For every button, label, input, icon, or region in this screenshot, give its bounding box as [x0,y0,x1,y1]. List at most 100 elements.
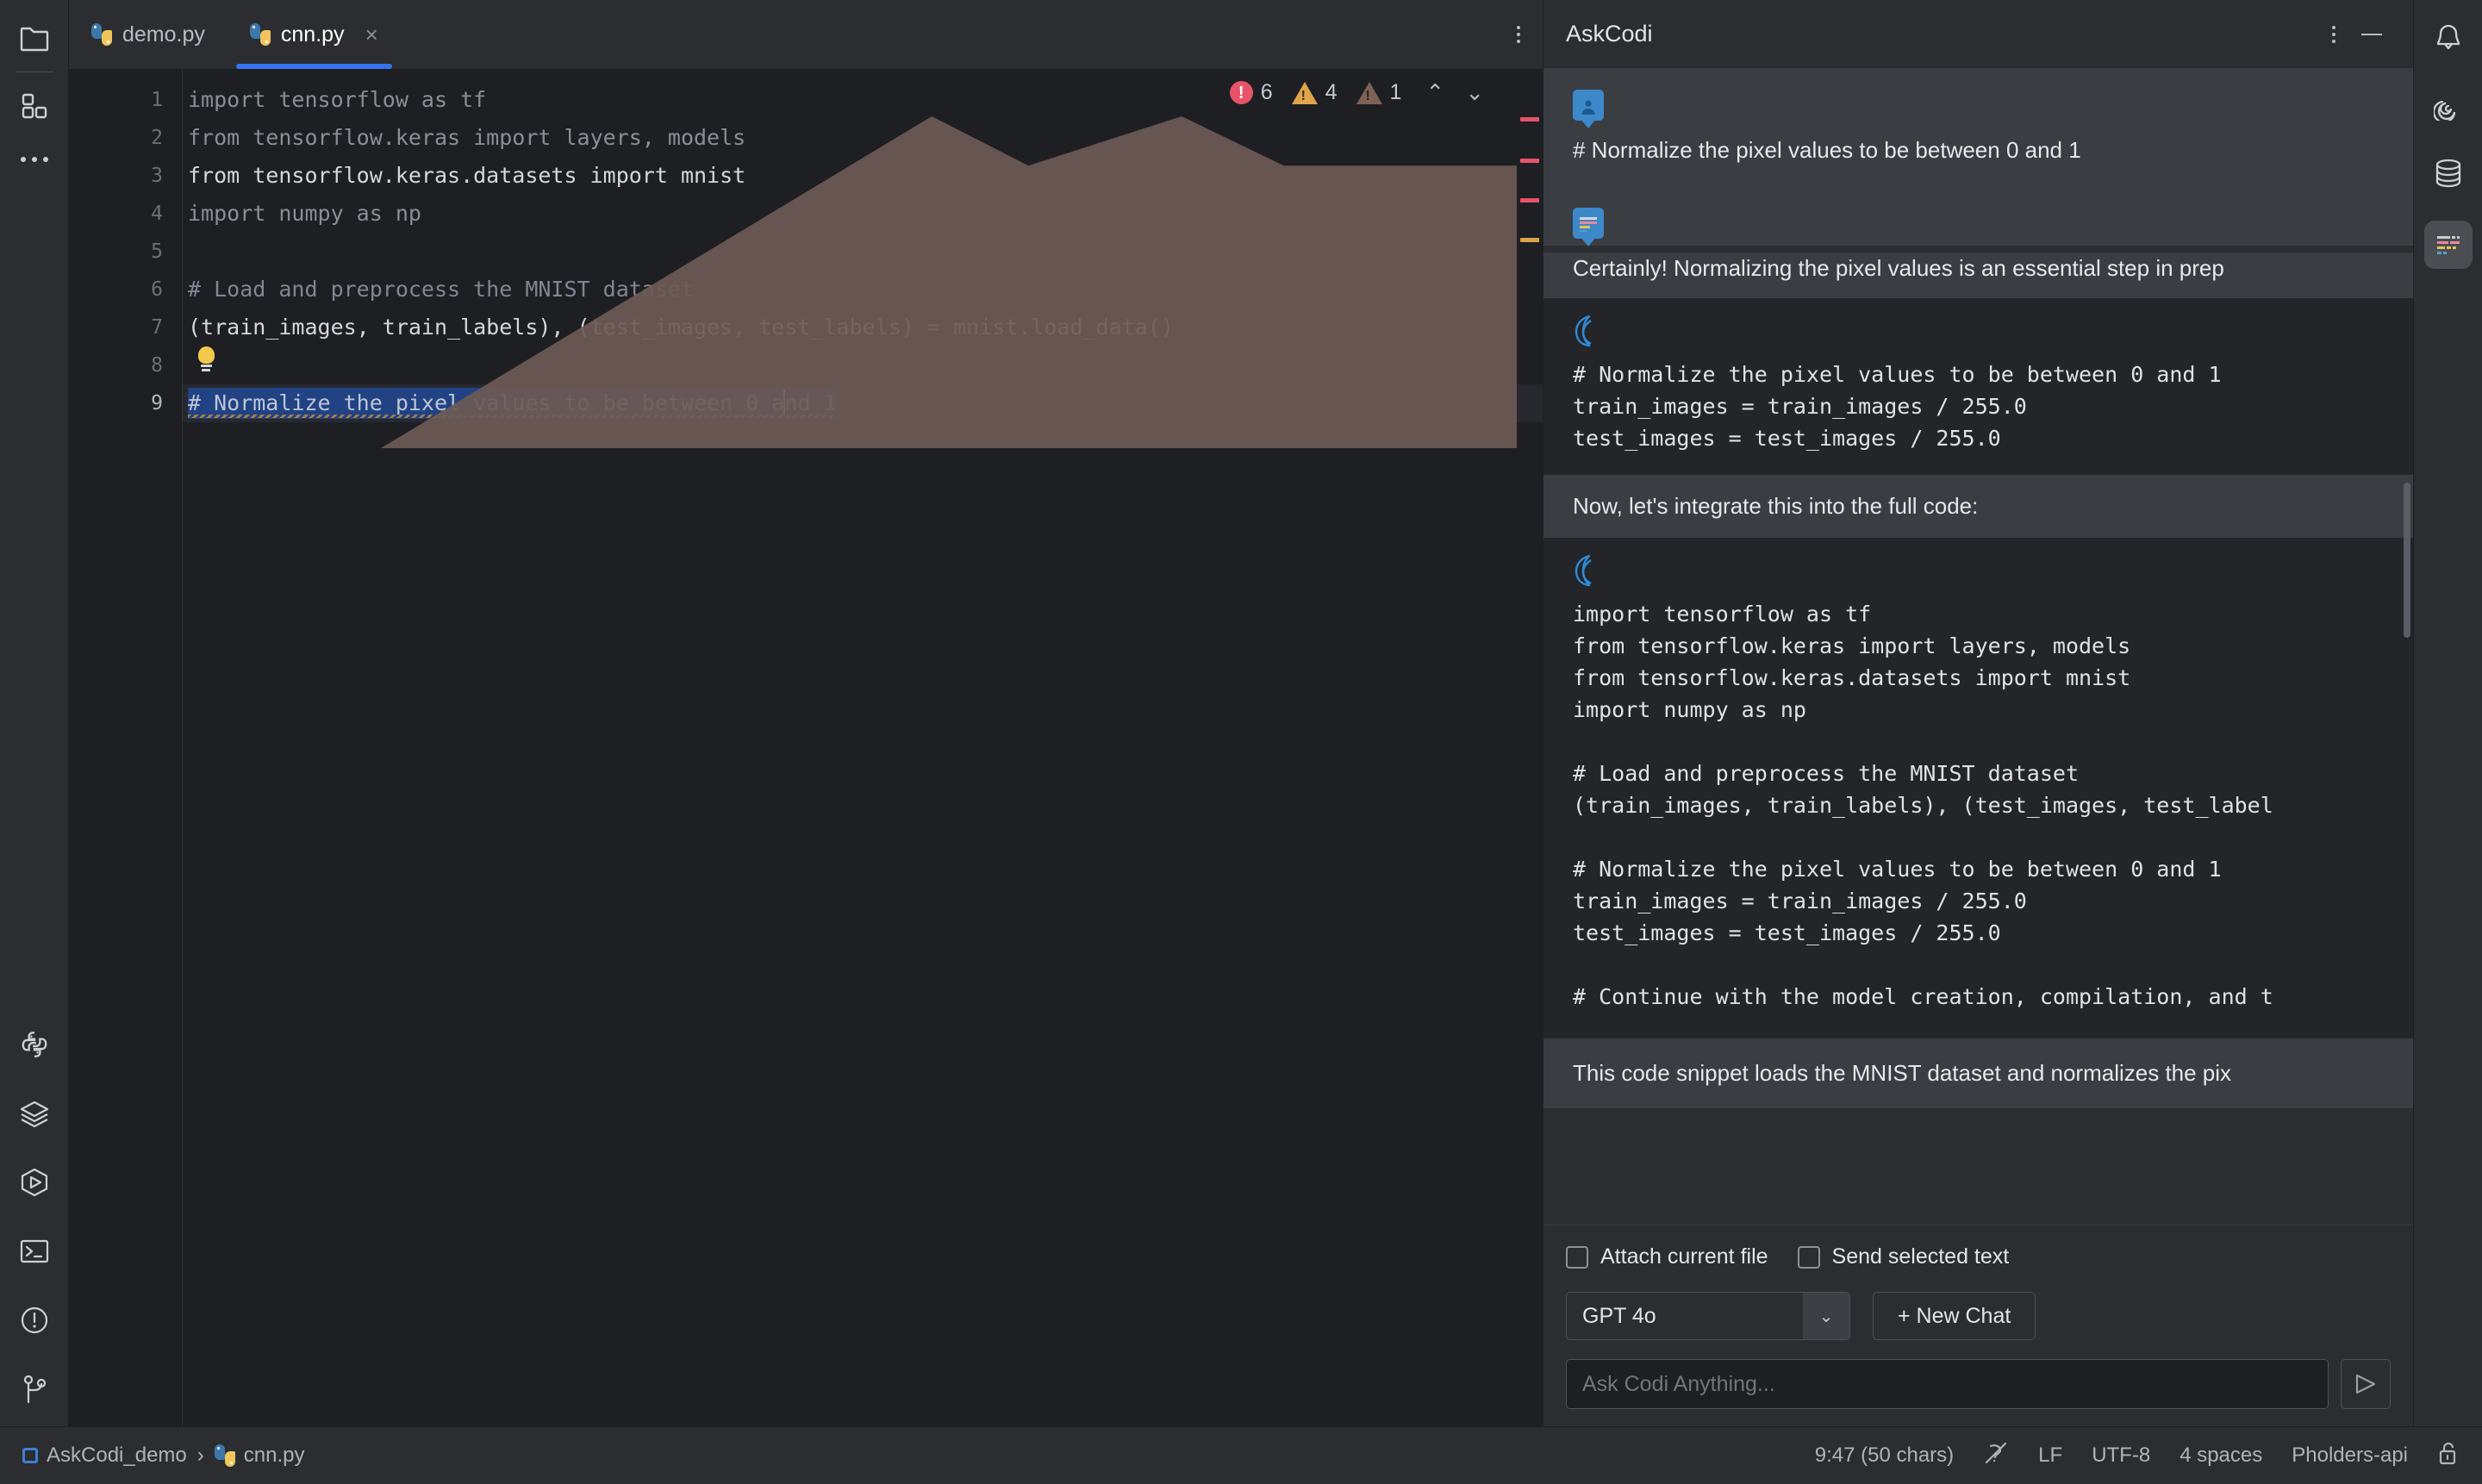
notifications-bell-icon[interactable] [2423,14,2473,64]
file-encoding[interactable]: UTF-8 [2092,1443,2150,1468]
model-controls-row: GPT 4o ⌄ + New Chat [1566,1292,2391,1340]
marker-error[interactable] [1520,198,1539,203]
chat-scrollbar[interactable] [2403,69,2411,1225]
new-chat-button[interactable]: + New Chat [1873,1292,2036,1340]
code-line-selected[interactable]: # Normalize the pixel values to be betwe… [183,384,1543,422]
terminal-icon[interactable] [9,1226,59,1276]
database-layers-icon[interactable] [9,1088,59,1138]
code-block-text: import tensorflow as tf from tensorflow.… [1573,601,2273,1009]
code-line[interactable] [183,233,1543,271]
chevron-up-icon[interactable]: ⌃ [1420,79,1450,106]
chat-code-block-1[interactable]: # Normalize the pixel values to be betwe… [1543,297,2413,475]
tab-options-icon[interactable] [1494,0,1543,69]
scrollbar-thumb[interactable] [2404,483,2410,638]
plugins-icon[interactable] [9,81,59,131]
chat-closing-section: This code snippet loads the MNIST datase… [1543,1038,2413,1108]
checkbox-box[interactable] [1797,1245,1820,1269]
chat-assistant-intro: Certainly! Normalizing the pixel values … [1543,252,2413,298]
chevron-down-icon[interactable]: ⌄ [1803,1293,1849,1339]
left-tool-window-bar [0,0,69,1426]
code-editor[interactable]: 1 2 3 4 5 6 7 8 9 import tensorflow as t… [69,69,1543,1426]
askcodi-tool-window: AskCodi # Normalize the pixel values to … [1543,0,2413,1426]
marker-warning[interactable] [1520,238,1539,242]
code-line-text: from tensorflow.keras import layers, mod… [188,125,746,150]
model-select-value: GPT 4o [1582,1303,1656,1328]
checkbox-label: Attach current file [1600,1244,1768,1269]
version-control-icon[interactable] [9,1364,59,1414]
project-folder-icon[interactable] [9,14,59,64]
project-crumb[interactable]: AskCodi_demo [22,1443,187,1468]
close-icon[interactable]: × [365,23,378,46]
editor-column: demo.py cnn.py × 1 2 3 4 5 6 7 8 9 impor… [69,0,1543,1426]
line-separator[interactable]: LF [2038,1443,2062,1468]
spiral-icon[interactable] [2423,81,2473,131]
breadcrumb: AskCodi_demo › cnn.py [22,1443,304,1468]
code-line[interactable]: (train_images, train_labels), (test_imag… [183,309,1543,346]
askcodi-panel-icon[interactable] [2423,221,2473,269]
error-count-group[interactable]: 6 [1229,80,1273,105]
marker-rail[interactable] [1520,69,1543,1426]
askcodi-footer: Attach current file Send selected text G… [1543,1225,2413,1426]
indent-setting[interactable]: 4 spaces [2180,1443,2262,1468]
main-body: demo.py cnn.py × 1 2 3 4 5 6 7 8 9 impor… [0,0,2482,1426]
codi-assistant-avatar-icon [1573,207,1604,246]
caret-position[interactable]: 9:47 (50 chars) [1815,1443,1954,1468]
askcodi-header: AskCodi [1543,0,2413,69]
line-number: 8 [151,354,163,377]
weak-warning-count-group[interactable]: 1 [1356,80,1402,105]
code-line[interactable]: import numpy as np [183,195,1543,233]
git-branch[interactable]: Pholders-api [2292,1443,2408,1468]
line-number: 9 [151,392,163,415]
chat-message-assistant [1543,186,2413,246]
problems-icon[interactable] [9,1295,59,1345]
warning-count-group[interactable]: 4 [1291,80,1338,105]
prompt-input[interactable] [1566,1359,2329,1409]
prompt-row [1566,1359,2391,1409]
inspection-widget[interactable]: 6 4 1 ⌃ ⌄ [1229,79,1489,106]
run-icon[interactable] [9,1157,59,1207]
marker-error[interactable] [1520,159,1539,163]
user-avatar-icon [1573,90,1604,128]
python-packages-icon[interactable] [9,1019,59,1069]
code-block-text: # Normalize the pixel values to be betwe… [1573,361,2222,451]
database-icon[interactable] [2423,148,2473,198]
intention-bulb-icon[interactable] [193,346,219,372]
selected-text-prefix: # Normalize the pixel values to be betwe… [188,390,785,415]
line-number: 4 [151,203,163,225]
panel-options-icon[interactable] [2315,16,2353,53]
python-file-icon [91,23,112,46]
chevron-down-icon[interactable]: ⌄ [1460,79,1489,106]
line-number: 6 [151,278,163,301]
minimize-icon[interactable] [2353,16,2391,53]
code-line[interactable]: # Load and preprocess the MNIST dataset [183,271,1543,309]
read-write-lock-icon[interactable] [2437,1440,2460,1472]
checkbox-box[interactable] [1566,1245,1588,1269]
new-chat-label: + New Chat [1898,1303,2011,1328]
weak-warning-count: 1 [1389,80,1402,104]
chat-closing-text: This code snippet loads the MNIST datase… [1573,1059,2232,1086]
chat-transcript[interactable]: # Normalize the pixel values to be betwe… [1543,69,2413,1225]
code-line[interactable] [183,346,1543,384]
model-select[interactable]: GPT 4o ⌄ [1566,1292,1850,1340]
send-selected-text-checkbox[interactable]: Send selected text [1797,1244,2009,1269]
tab-demo-py[interactable]: demo.py [69,0,228,69]
code-text-area[interactable]: import tensorflow as tf from tensorflow.… [183,69,1543,1426]
code-line[interactable]: from tensorflow.keras.datasets import mn… [183,157,1543,195]
inspections-off-icon[interactable] [1983,1440,2009,1472]
right-tool-window-bar [2413,0,2482,1426]
chat-code-block-2[interactable]: import tensorflow as tf from tensorflow.… [1543,537,2413,1038]
attach-current-file-checkbox[interactable]: Attach current file [1566,1244,1768,1269]
codi-logo-icon [1573,314,1609,350]
error-icon [1229,81,1253,104]
more-options-icon[interactable] [9,134,59,184]
weak-warning-icon [1356,81,1382,104]
code-line-text: # Load and preprocess the MNIST dataset [188,277,694,302]
marker-error[interactable] [1520,117,1539,122]
line-number: 2 [151,127,163,149]
tab-cnn-py[interactable]: cnn.py × [228,0,401,69]
error-count: 6 [1260,80,1273,104]
code-line[interactable]: from tensorflow.keras import layers, mod… [183,119,1543,157]
send-button[interactable] [2341,1359,2391,1409]
file-crumb[interactable]: cnn.py [214,1443,304,1468]
breadcrumb-separator: › [196,1443,204,1467]
